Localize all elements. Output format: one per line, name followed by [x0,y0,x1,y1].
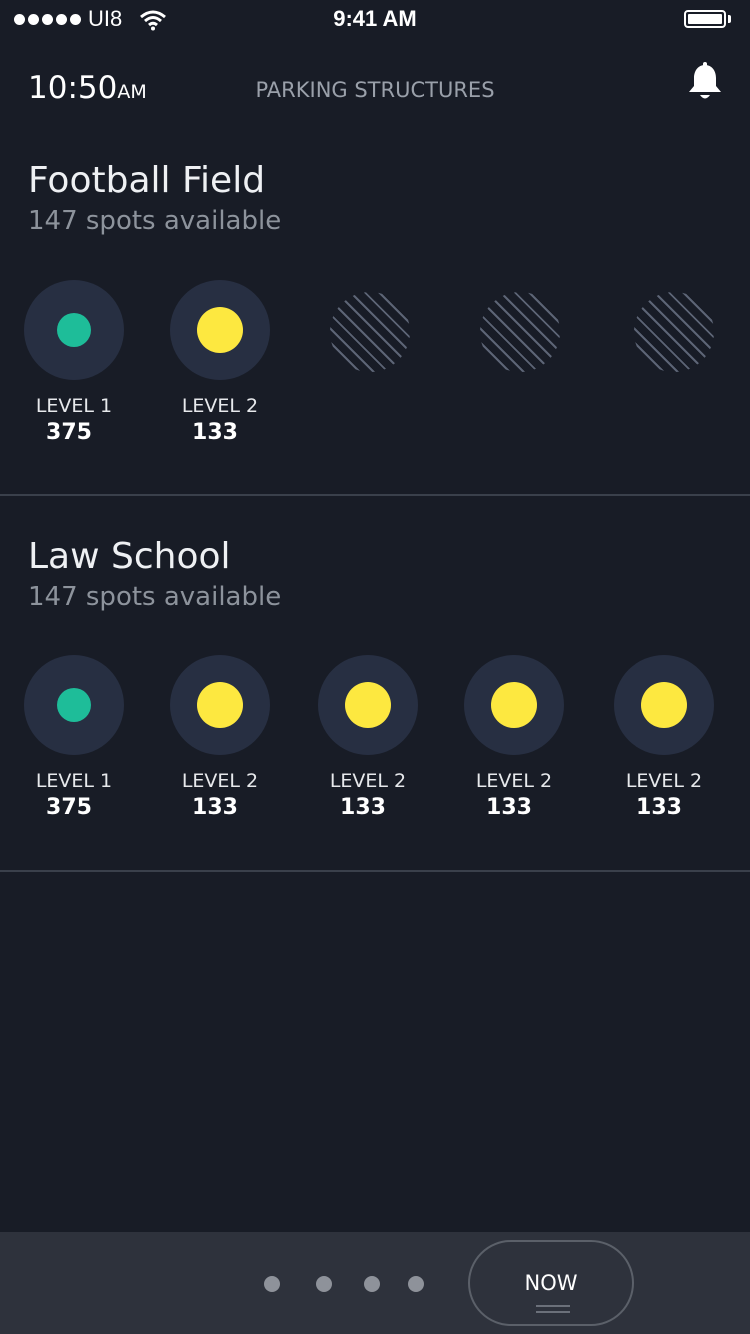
status-dot-yellow [197,307,243,353]
level-label: LEVEL 2 [329,770,407,792]
level-count: 375 [46,420,92,445]
level-label: LEVEL 1 [35,395,113,417]
header-time-value: 10:50 [28,70,118,106]
level-label: LEVEL 2 [181,395,259,417]
now-button[interactable]: NOW [468,1240,634,1326]
level-label: LEVEL 2 [475,770,553,792]
drag-handle-icon [536,1305,570,1307]
level-item[interactable]: LEVEL 2 133 [155,655,285,823]
header-time-ampm: AM [117,81,147,103]
section-title-law-school: Law School [28,536,231,577]
status-dot-yellow [345,682,391,728]
status-dot-yellow [491,682,537,728]
level-indicator [24,655,124,755]
unavailable-level-hatch [480,292,560,372]
level-count: 133 [192,420,238,445]
status-dot-green [57,313,91,347]
level-indicator [170,280,270,380]
level-count: 375 [46,795,92,820]
bell-icon[interactable] [686,62,724,102]
level-count: 133 [636,795,682,820]
level-count: 133 [192,795,238,820]
unavailable-level-hatch [634,292,714,372]
level-indicator [318,655,418,755]
drag-handle-icon [536,1311,570,1313]
level-label: LEVEL 2 [625,770,703,792]
status-dot-green [57,688,91,722]
level-item[interactable]: LEVEL 2 133 [155,280,285,448]
battery-tip [728,15,731,23]
status-dot-yellow [197,682,243,728]
page-indicator-dot[interactable] [408,1276,424,1292]
section-title-football-field: Football Field [28,160,266,201]
page-indicator-dot[interactable] [364,1276,380,1292]
now-button-label: NOW [524,1271,578,1295]
status-bar: UI8 9:41 AM [0,0,750,40]
header-time: 10:50AM [28,70,147,106]
level-item[interactable]: LEVEL 2 133 [303,655,433,823]
level-indicator [170,655,270,755]
section-divider [0,870,750,872]
level-indicator [464,655,564,755]
level-label: LEVEL 2 [181,770,259,792]
level-indicator [24,280,124,380]
level-count: 133 [340,795,386,820]
unavailable-level-hatch [330,292,410,372]
page-indicator-dot[interactable] [316,1276,332,1292]
status-dot-yellow [641,682,687,728]
level-item[interactable]: LEVEL 2 133 [599,655,729,823]
level-indicator [614,655,714,755]
level-item[interactable]: LEVEL 2 133 [449,655,579,823]
status-time: 9:41 AM [333,6,417,31]
level-label: LEVEL 1 [35,770,113,792]
page-title: PARKING STRUCTURES [255,78,495,102]
level-count: 133 [486,795,532,820]
page-indicator-dot[interactable] [264,1276,280,1292]
battery-icon [684,10,726,28]
level-item[interactable]: LEVEL 1 375 [9,655,139,823]
section-subtitle-football-field: 147 spots available [28,206,282,236]
level-item[interactable]: LEVEL 1 375 [9,280,139,448]
section-divider [0,494,750,496]
section-subtitle-law-school: 147 spots available [28,582,282,612]
